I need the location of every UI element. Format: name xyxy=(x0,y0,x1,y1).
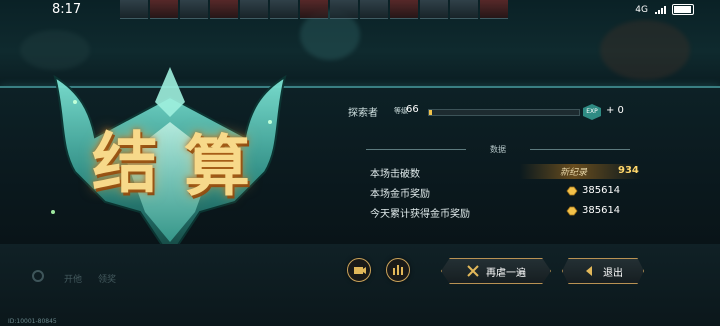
new-record-label: 新纪录 xyxy=(560,168,588,178)
total-gold-label: 今天累计获得金币奖励 xyxy=(370,209,470,220)
bar-stats-icon xyxy=(393,265,403,275)
title-character: 算 xyxy=(184,127,250,205)
status-bar: 8:17 4G xyxy=(0,0,720,20)
gold-reward-label: 本场金币奖励 xyxy=(370,189,430,200)
explorer-row: 探索者 等级 66 EXP + 0 xyxy=(348,104,648,122)
battery-icon xyxy=(672,4,694,15)
gold-reward-value: 385614 xyxy=(582,185,621,196)
replay-label: 再虐一遍 xyxy=(486,267,526,279)
level-value: 66 xyxy=(406,104,419,115)
kills-label: 本场击破数 xyxy=(370,169,420,180)
exit-label: 退出 xyxy=(603,267,623,279)
exp-progress-bar xyxy=(428,109,580,116)
replay-button[interactable]: 再虐一遍 xyxy=(441,258,551,284)
exit-icon xyxy=(586,266,592,276)
kills-value: 934 xyxy=(618,165,639,176)
gear-icon xyxy=(32,270,44,282)
kills-row: 本场击破数 新纪录 934 xyxy=(370,164,640,180)
gold-reward-row: 本场金币奖励 385614 xyxy=(370,184,640,200)
bottom-bar xyxy=(0,244,720,326)
gold-coin-icon xyxy=(566,206,578,216)
exp-progress-fill xyxy=(429,110,432,115)
total-gold-value: 385614 xyxy=(582,205,621,216)
crossed-swords-icon xyxy=(467,265,479,277)
settlement-emblem-icon xyxy=(51,67,287,259)
explorer-label: 探索者 xyxy=(348,108,378,119)
background-menu-text: 开他 xyxy=(64,275,83,285)
background-menu-text: 领奖 xyxy=(98,275,117,285)
network-indicator: 4G xyxy=(635,4,648,15)
stats-button[interactable] xyxy=(386,258,410,282)
footer-id: ID:10001-80845 xyxy=(8,318,57,325)
title-character: 结 xyxy=(92,124,158,202)
exp-gain: + 0 xyxy=(606,105,624,116)
exp-badge-icon: EXP xyxy=(583,104,601,120)
gold-coin-icon xyxy=(566,186,578,196)
clock: 8:17 xyxy=(52,2,82,17)
total-gold-row: 今天累计获得金币奖励 385614 xyxy=(370,204,640,220)
video-record-button[interactable] xyxy=(347,258,371,282)
section-title: 数据 xyxy=(348,144,648,155)
status-icons: 4G xyxy=(635,4,694,15)
camera-icon xyxy=(354,267,366,274)
exit-button[interactable]: 退出 xyxy=(562,258,644,284)
signal-icon xyxy=(655,5,666,14)
